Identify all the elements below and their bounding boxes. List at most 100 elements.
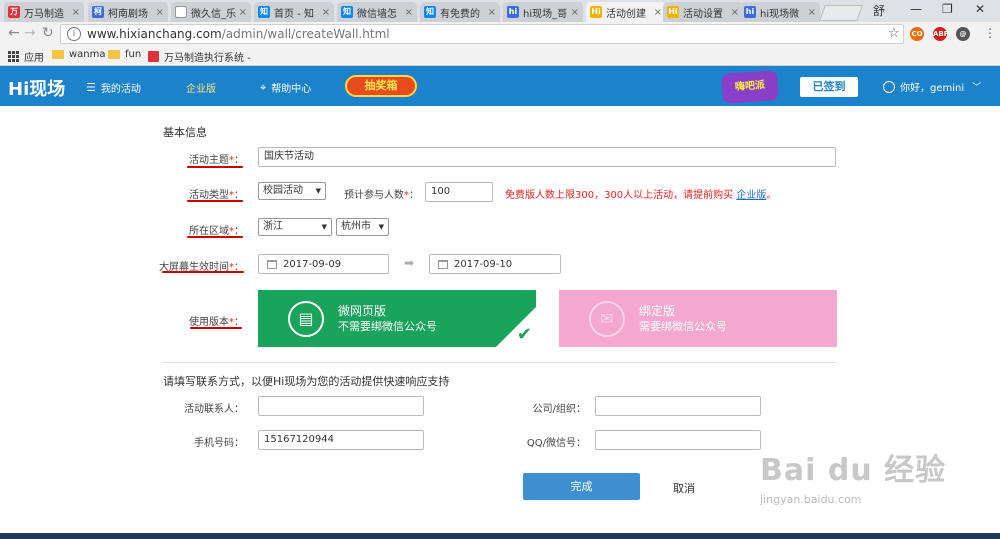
bookmark-apps[interactable]: 应用 xyxy=(8,49,44,64)
close-icon[interactable]: × xyxy=(239,7,247,18)
wanma-logo-icon xyxy=(148,51,159,62)
close-icon[interactable]: × xyxy=(156,7,164,18)
browser-tab[interactable]: 知 微信墙怎 × xyxy=(337,2,417,22)
back-icon[interactable]: ← xyxy=(8,25,20,41)
city-select[interactable]: 杭州市 ▼ xyxy=(336,218,389,236)
province-select[interactable]: 浙江 ▼ xyxy=(258,218,332,236)
type-select[interactable]: 校园活动 ▼ xyxy=(258,182,326,200)
nav-enterprise[interactable]: 企业版 xyxy=(186,80,216,95)
site-logo[interactable]: Hi现场 xyxy=(8,75,65,101)
user-icon xyxy=(883,80,895,93)
browser-tab[interactable]: 柯 柯南剧场 × xyxy=(88,2,168,22)
bookmark-wanma-system[interactable]: 万马制造执行系统 - xyxy=(148,49,251,64)
tab-title: 微信墙怎 xyxy=(357,8,397,20)
minimize-icon[interactable]: — xyxy=(910,2,922,16)
company-label: 公司/组织： xyxy=(532,404,586,415)
url-path: /admin/wall/createWall.html xyxy=(221,27,390,41)
adblock-plus-icon[interactable]: ABP xyxy=(933,27,949,41)
version-card-bind[interactable]: ✉ 绑定版 需要绑微信公众号 xyxy=(559,290,837,347)
user-menu[interactable]: 你好，gemini ﹀ xyxy=(883,79,981,94)
participants-input[interactable]: 100 xyxy=(425,182,493,202)
user-greeting: 你好，gemini xyxy=(900,83,965,94)
tab-favicon-icon: 知 xyxy=(341,6,353,18)
browser-tab[interactable]: Hi 活动设置 × xyxy=(663,2,743,22)
phone-label: 手机号码： xyxy=(194,438,244,449)
version-desc: 需要绑微信公众号 xyxy=(639,319,727,333)
close-icon[interactable]: × xyxy=(405,7,413,18)
section-title-basic-info: 基本信息 xyxy=(163,126,207,139)
select-value: 杭州市 xyxy=(341,221,371,232)
browser-tab[interactable]: 微久信_乐 × xyxy=(171,2,251,22)
phone-input[interactable]: 15167120944 xyxy=(258,430,424,450)
caret-down-icon: ▼ xyxy=(378,223,384,231)
browser-tab-active[interactable]: Hi 活动创建 × xyxy=(586,2,666,22)
apps-grid-icon xyxy=(8,51,19,62)
nav-help-center[interactable]: ⌖ 帮助中心 xyxy=(260,80,311,96)
document-icon xyxy=(175,6,187,18)
bookmark-label: 应用 xyxy=(24,53,44,64)
browser-tab[interactable]: 万 万马制造 × xyxy=(4,2,84,22)
close-icon[interactable]: × xyxy=(654,7,662,18)
topic-label: 活动主题*： xyxy=(154,151,244,166)
reload-icon[interactable]: ↻ xyxy=(42,25,54,41)
lottery-box-badge[interactable]: 抽奖箱 xyxy=(345,75,417,97)
contact-section-title: 请填写联系方式，以便Hi现场为您的活动提供快速响应支持 xyxy=(163,375,450,388)
extension-orange-icon[interactable]: CO xyxy=(910,27,924,41)
nav-label: 企业版 xyxy=(186,84,216,95)
close-icon[interactable]: × xyxy=(488,7,496,18)
close-icon[interactable]: × xyxy=(72,7,80,18)
watermark-brand: Bai du 经验 xyxy=(760,453,947,488)
close-icon[interactable]: × xyxy=(571,7,579,18)
company-input[interactable] xyxy=(595,396,761,416)
tab-favicon-icon: Hi xyxy=(667,6,679,18)
browser-tab[interactable]: hi hi现场微 × xyxy=(740,2,820,22)
promo-badge[interactable]: 嗨吧派 xyxy=(721,70,779,104)
topic-input[interactable]: 国庆节活动 xyxy=(258,147,836,167)
close-icon[interactable]: × xyxy=(808,7,816,18)
select-value: 校园活动 xyxy=(263,185,303,196)
new-tab-button[interactable] xyxy=(819,5,863,21)
version-title: 微网页版 xyxy=(338,303,387,318)
version-card-web[interactable]: ▤ 微网页版 不需要绑微信公众号 ✔ xyxy=(258,290,536,347)
arrow-right-icon: ➡ xyxy=(404,256,415,270)
checkmark-icon: ✔ xyxy=(516,324,532,345)
extension-dark-icon[interactable]: @ xyxy=(956,27,970,41)
annotation-underline xyxy=(187,236,243,238)
version-label: 使用版本*： xyxy=(154,313,244,328)
tab-title: 万马制造 xyxy=(24,8,64,20)
enterprise-link[interactable]: 企业版 xyxy=(736,190,766,201)
contact-person-input[interactable] xyxy=(258,396,424,416)
maximize-icon[interactable]: ❐ xyxy=(942,2,953,16)
start-date-input[interactable]: 2017-09-09 xyxy=(258,254,389,274)
browser-tab[interactable]: 知 有免费的 × xyxy=(420,2,500,22)
bookmark-star-icon[interactable]: ☆ xyxy=(888,26,900,41)
bookmark-folder-fun[interactable]: fun xyxy=(108,49,141,60)
end-date-input[interactable]: 2017-09-10 xyxy=(429,254,561,274)
qq-wechat-input[interactable] xyxy=(595,430,761,450)
submit-button[interactable]: 完成 xyxy=(523,473,640,500)
menu-icon[interactable]: ⋮ xyxy=(984,26,996,40)
browser-tab[interactable]: hi hi现场_哥 × xyxy=(503,2,583,22)
close-icon[interactable]: × xyxy=(322,7,330,18)
url-input[interactable]: i www.hixianchang.com/admin/wall/createW… xyxy=(60,24,904,44)
nav-my-activities[interactable]: ☰ 我的活动 xyxy=(86,80,141,95)
folder-icon xyxy=(108,50,120,59)
signed-in-button[interactable]: 已签到 xyxy=(800,77,858,97)
browser-tab[interactable]: 知 首页 - 知 × xyxy=(254,2,334,22)
contact-person-label: 活动联系人： xyxy=(184,404,244,415)
bookmark-folder-wanma[interactable]: wanma xyxy=(52,49,106,60)
info-icon[interactable]: i xyxy=(67,27,81,41)
forward-icon[interactable]: → xyxy=(24,25,36,41)
participants-limit-note: 免费版人数上限300，300人以上活动，请提前购买 企业版。 xyxy=(505,186,776,201)
tab-title: 柯南剧场 xyxy=(108,8,148,20)
tab-favicon-icon: hi xyxy=(744,6,756,18)
cancel-button[interactable]: 取消 xyxy=(673,480,695,496)
browser-tab-strip: 万 万马制造 × 柯 柯南剧场 × 微久信_乐 × 知 首页 - 知 × 知 微… xyxy=(0,0,1000,22)
url-host: www.hixianchang.com xyxy=(87,27,222,41)
bookmark-label: fun xyxy=(125,49,142,60)
close-window-icon[interactable]: ✕ xyxy=(975,2,985,16)
note-text: 免费版人数上限300，300人以上活动，请提前购买 xyxy=(505,190,734,201)
tab-title: 有免费的 xyxy=(440,8,480,20)
close-icon[interactable]: × xyxy=(731,7,739,18)
tab-title: 活动创建 xyxy=(606,8,646,20)
